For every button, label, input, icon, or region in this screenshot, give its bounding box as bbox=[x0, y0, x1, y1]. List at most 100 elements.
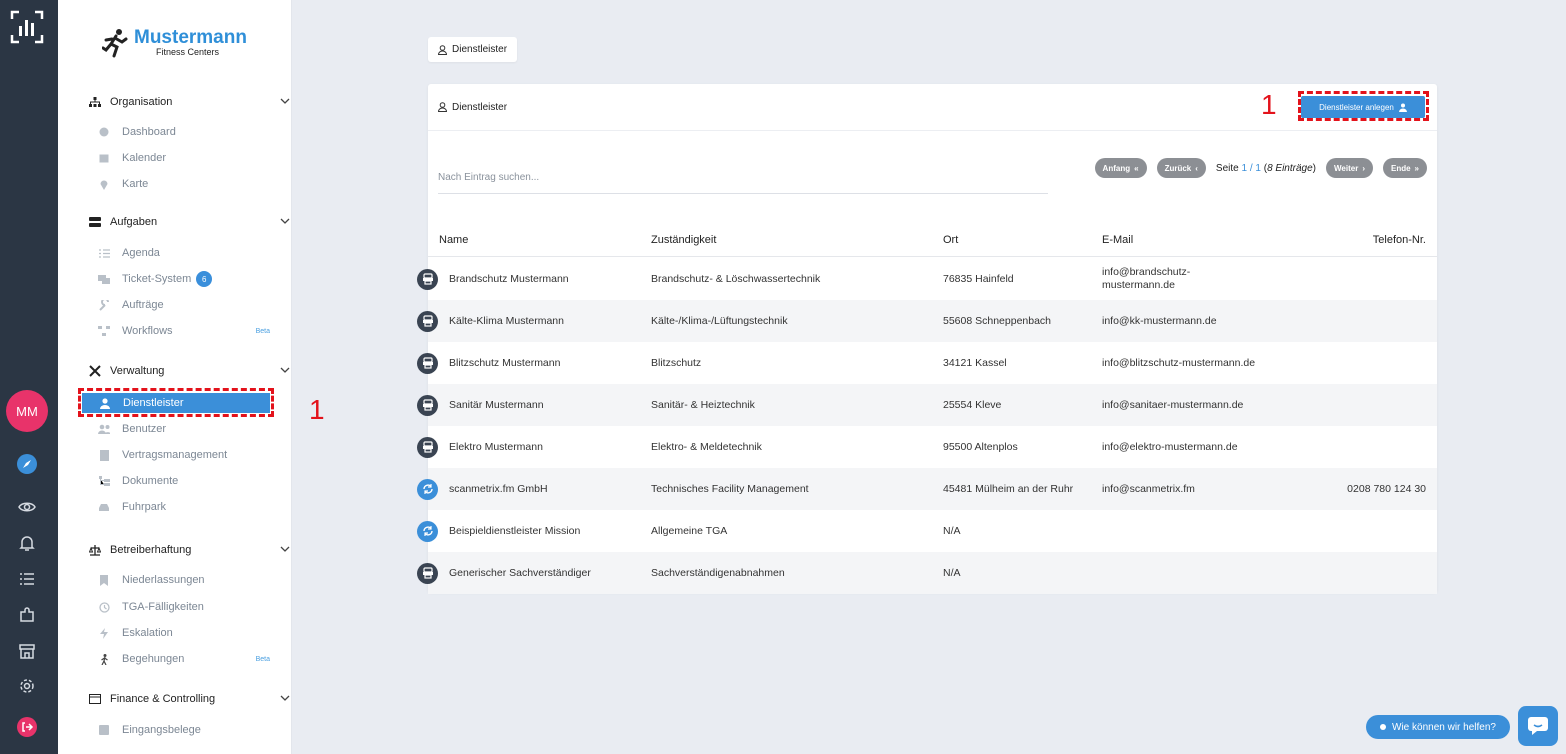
last-page-button[interactable]: Ende» bbox=[1382, 158, 1427, 178]
table-row[interactable]: Sanitär Mustermann Sanitär- & Heiztechnik… bbox=[417, 384, 1437, 426]
column-header-email[interactable]: E-Mail bbox=[1102, 234, 1133, 246]
cell-email[interactable]: info@blitzschutz-mustermann.de bbox=[1102, 342, 1255, 384]
sidebar-item-kalender[interactable]: Kalender bbox=[98, 149, 270, 167]
last-page-label: Ende bbox=[1390, 163, 1411, 173]
cell-name[interactable]: Blitzschutz Mustermann bbox=[449, 342, 560, 384]
bell-icon[interactable] bbox=[16, 532, 38, 554]
table-row[interactable]: Generischer Sachverständiger Sachverständ… bbox=[417, 552, 1437, 594]
chevron-down-icon[interactable] bbox=[280, 215, 290, 227]
table-row[interactable]: Brandschutz Mustermann Brandschutz- & Lös… bbox=[417, 258, 1437, 300]
sidebar-item-niederlassungen[interactable]: Niederlassungen bbox=[98, 571, 270, 589]
cell-place: 95500 Altenplos bbox=[943, 441, 1018, 453]
cell-name[interactable]: Generischer Sachverständiger bbox=[449, 552, 591, 594]
cell-email[interactable]: info@scanmetrix.fm bbox=[1102, 468, 1195, 510]
cell-scope: Blitzschutz bbox=[651, 357, 702, 369]
table-row[interactable]: Elektro Mustermann Elektro- & Meldetechni… bbox=[417, 426, 1437, 468]
brand-logo[interactable]: Mustermann Fitness Centers bbox=[102, 28, 247, 58]
sidebar-item-benutzer[interactable]: Benutzer bbox=[98, 420, 270, 438]
search-field[interactable] bbox=[438, 166, 1048, 194]
sidebar-item-agenda[interactable]: Agenda bbox=[98, 244, 270, 262]
sitemap-icon bbox=[88, 95, 102, 109]
help-chat-prompt[interactable]: Wie können wir helfen? bbox=[1366, 715, 1510, 739]
chevron-down-icon[interactable] bbox=[280, 364, 290, 376]
section-organisation[interactable]: Organisation bbox=[88, 93, 290, 111]
list-icon[interactable] bbox=[16, 568, 38, 590]
cell-email[interactable]: info@brandschutz-mustermann.de bbox=[1102, 258, 1190, 300]
table-row[interactable]: Blitzschutz Mustermann Blitzschutz 34121 K… bbox=[417, 342, 1437, 384]
walking-icon bbox=[98, 653, 110, 665]
breadcrumb[interactable]: Dienstleister bbox=[428, 37, 518, 62]
section-aufgaben[interactable]: Aufgaben bbox=[88, 213, 290, 231]
sidebar-item-ticket-system[interactable]: Ticket-System 6 bbox=[98, 270, 270, 288]
search-input[interactable] bbox=[438, 172, 1048, 183]
cell-scope: Allgemeine TGA bbox=[651, 525, 728, 537]
gear-icon[interactable] bbox=[16, 675, 38, 697]
cell-email[interactable]: info@sanitaer-mustermann.de bbox=[1102, 384, 1243, 426]
compass-icon[interactable] bbox=[16, 453, 38, 475]
logout-icon[interactable] bbox=[16, 716, 38, 738]
sidebar-item-fuhrpark[interactable]: Fuhrpark bbox=[98, 498, 270, 516]
sync-icon bbox=[417, 478, 438, 500]
table-row[interactable]: Kälte-Klima Mustermann Kälte-/Klima-/Lüft… bbox=[417, 300, 1437, 342]
cell-name[interactable]: Kälte-Klima Mustermann bbox=[449, 300, 564, 342]
column-header-telefon[interactable]: Telefon-Nr. bbox=[1373, 234, 1426, 246]
history-icon bbox=[98, 601, 110, 613]
cell-email[interactable]: info@elektro-mustermann.de bbox=[1102, 426, 1238, 468]
chat-button[interactable] bbox=[1518, 706, 1558, 746]
sidebar-item-dokumente[interactable]: Dokumente bbox=[98, 472, 270, 490]
column-header-zustaendigkeit[interactable]: Zuständigkeit bbox=[651, 234, 716, 246]
cell-name[interactable]: Beispieldienstleister Mission bbox=[449, 510, 580, 552]
cell-name[interactable]: Sanitär Mustermann bbox=[449, 384, 544, 426]
sidebar-item-label: Aufträge bbox=[122, 299, 164, 311]
column-header-name[interactable]: Name bbox=[439, 234, 468, 246]
section-verwaltung[interactable]: Verwaltung bbox=[88, 362, 290, 380]
sidebar-item-eskalation[interactable]: Eskalation bbox=[98, 624, 270, 642]
table-row[interactable]: scanmetrix.fm GmbH Technisches Facility M… bbox=[417, 468, 1437, 510]
cell-name[interactable]: scanmetrix.fm GmbH bbox=[449, 468, 548, 510]
section-finance-controlling[interactable]: Finance & Controlling bbox=[88, 690, 290, 708]
user-avatar[interactable]: MM bbox=[6, 390, 48, 432]
sidebar-item-tga-faelligkeiten[interactable]: TGA-Fälligkeiten bbox=[98, 598, 270, 616]
chevron-down-icon[interactable] bbox=[280, 692, 290, 704]
store-icon[interactable] bbox=[16, 640, 38, 662]
first-page-button[interactable]: Anfang « bbox=[1094, 158, 1147, 178]
printer-icon bbox=[417, 268, 438, 290]
prev-page-button[interactable]: Zurück ‹ bbox=[1156, 158, 1206, 178]
beta-tag: Beta bbox=[255, 327, 270, 335]
table-row[interactable]: Beispieldienstleister Mission Allgemeine … bbox=[417, 510, 1437, 552]
section-betreiberhaftung[interactable]: Betreiberhaftung bbox=[88, 541, 290, 559]
chevron-down-icon[interactable] bbox=[280, 95, 290, 107]
cell-name[interactable]: Brandschutz Mustermann bbox=[449, 258, 569, 300]
column-header-ort[interactable]: Ort bbox=[943, 234, 958, 246]
sidebar-item-begehungen[interactable]: Begehungen Beta bbox=[98, 650, 270, 668]
status-dot-icon bbox=[1380, 724, 1387, 730]
double-chevron-left-icon: « bbox=[1134, 163, 1139, 173]
cell-place: N/A bbox=[943, 567, 961, 579]
sidebar-item-auftraege[interactable]: Aufträge bbox=[98, 296, 270, 314]
car-icon bbox=[98, 501, 110, 513]
puzzle-icon[interactable] bbox=[16, 604, 38, 626]
card-header: Dienstleister Dienstleister anlegen bbox=[428, 84, 1437, 131]
ticket-icon bbox=[98, 273, 110, 285]
window-icon bbox=[88, 692, 102, 706]
chevron-down-icon[interactable] bbox=[280, 543, 290, 555]
card-title: Dienstleister bbox=[452, 101, 508, 113]
next-page-button[interactable]: Weiter › bbox=[1326, 158, 1373, 178]
sidebar-item-workflows[interactable]: Workflows Beta bbox=[98, 322, 270, 340]
sidebar-item-label: Niederlassungen bbox=[122, 574, 205, 586]
cell-name[interactable]: Elektro Mustermann bbox=[449, 426, 543, 468]
printer-icon bbox=[417, 394, 438, 416]
eye-icon[interactable] bbox=[16, 496, 38, 518]
sidebar-item-eingangsbelege[interactable]: Eingangsbelege bbox=[98, 721, 270, 739]
sidebar-item-label: Eskalation bbox=[122, 627, 173, 639]
sidebar-item-vertragsmanagement[interactable]: Vertragsmanagement bbox=[98, 446, 270, 464]
email-line: info@scanmetrix.fm bbox=[1102, 482, 1195, 495]
cell-email[interactable]: info@kk-mustermann.de bbox=[1102, 300, 1217, 342]
bolt-icon bbox=[98, 627, 110, 639]
cell-scope: Brandschutz- & Löschwassertechnik bbox=[651, 273, 821, 285]
sidebar-item-karte[interactable]: Karte bbox=[98, 175, 270, 193]
sidebar-item-dashboard[interactable]: Dashboard bbox=[98, 123, 270, 141]
brand-subtitle: Fitness Centers bbox=[156, 47, 220, 57]
app-logo-icon[interactable] bbox=[10, 10, 44, 44]
sidebar-item-label: Dashboard bbox=[122, 126, 176, 138]
